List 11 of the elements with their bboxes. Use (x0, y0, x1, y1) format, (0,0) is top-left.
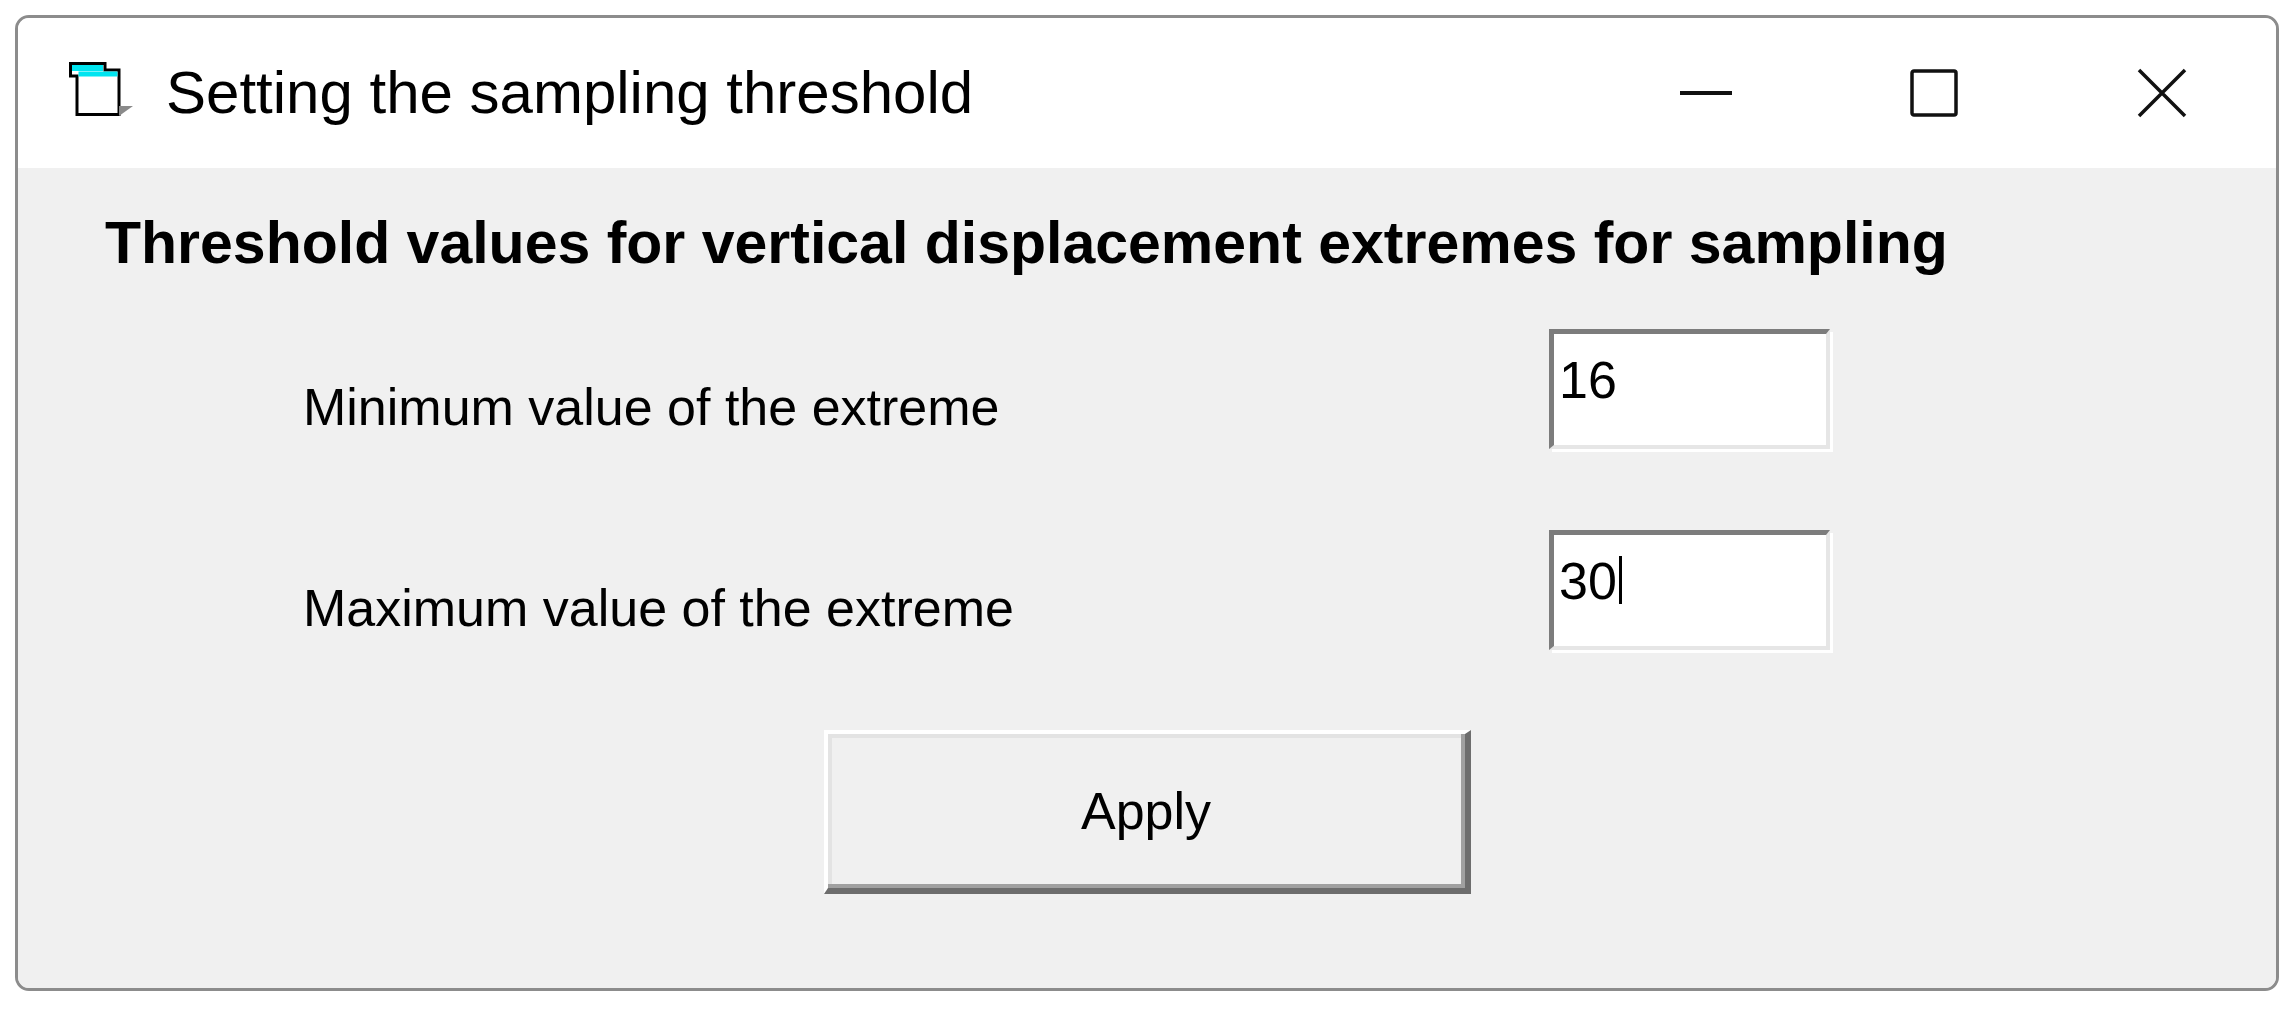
window-title: Setting the sampling threshold (166, 58, 974, 128)
minimize-icon (1680, 91, 1732, 95)
apply-button[interactable]: Apply (823, 730, 1471, 894)
maximize-icon (1910, 69, 1958, 117)
field-label: Maximum value of the extreme (303, 578, 1014, 638)
field-label: Minimum value of the extreme (303, 377, 1000, 437)
close-icon (2137, 68, 2187, 118)
input-field[interactable]: 30 (1549, 530, 1830, 650)
section-heading: Threshold values for vertical displacement extremes for sampling (105, 210, 1948, 276)
input-field[interactable]: 16 (1549, 329, 1830, 449)
window-icon (69, 62, 133, 116)
